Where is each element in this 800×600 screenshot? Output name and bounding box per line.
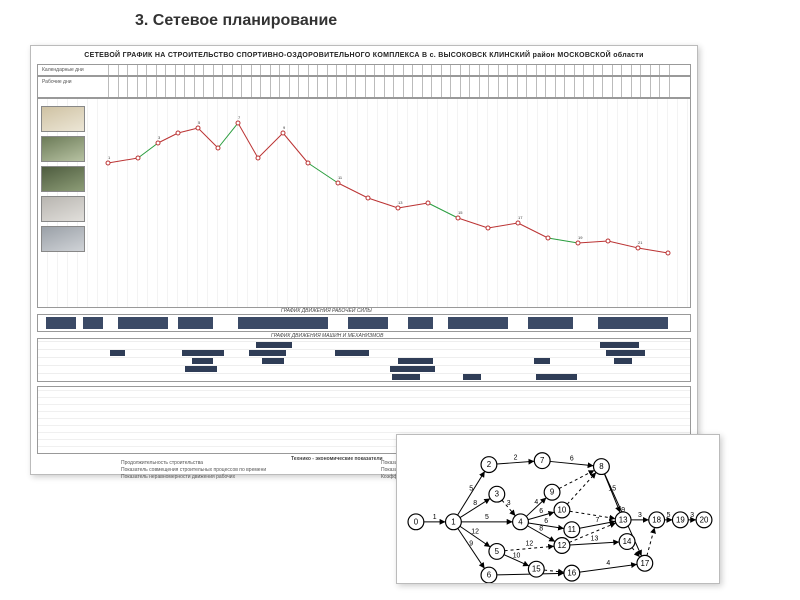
network-diagram-card: 15851292346681210367131594353 0123456789… — [396, 434, 720, 584]
svg-text:20: 20 — [700, 515, 709, 524]
page-title: 3. Сетевое планирование — [135, 12, 337, 30]
phase-thumb — [41, 106, 85, 132]
calendar-days-label: Календарные дни — [42, 67, 84, 73]
footer-notes-left: Продолжительность строительства Показате… — [121, 460, 266, 481]
svg-text:11: 11 — [338, 175, 343, 180]
svg-text:11: 11 — [568, 525, 576, 534]
gantt-chart-card: СЕТЕВОЙ ГРАФИК НА СТРОИТЕЛЬСТВО СПОРТИВН… — [30, 45, 698, 475]
svg-text:4: 4 — [518, 517, 523, 526]
svg-text:2: 2 — [514, 455, 518, 462]
svg-text:5: 5 — [485, 514, 489, 521]
svg-text:5: 5 — [198, 120, 201, 125]
svg-text:6: 6 — [487, 571, 492, 580]
svg-text:9: 9 — [469, 541, 473, 548]
svg-text:3: 3 — [690, 512, 694, 519]
svg-text:5: 5 — [495, 547, 500, 556]
note: Показатель совмещения строительных проце… — [121, 467, 266, 474]
svg-text:1: 1 — [108, 155, 111, 160]
work-days-label: Рабочие дни — [42, 79, 72, 85]
phase-thumbnails — [41, 106, 89, 256]
svg-text:13: 13 — [591, 536, 599, 543]
svg-text:3: 3 — [158, 135, 161, 140]
svg-text:7: 7 — [596, 517, 600, 524]
svg-text:19: 19 — [676, 515, 685, 524]
svg-text:1: 1 — [451, 517, 455, 526]
svg-text:14: 14 — [623, 537, 632, 546]
svg-text:4: 4 — [534, 499, 538, 506]
machines-movement-chart — [37, 338, 691, 382]
phase-thumb — [41, 196, 85, 222]
svg-text:15: 15 — [532, 565, 541, 574]
svg-text:9: 9 — [550, 488, 554, 497]
svg-text:12: 12 — [526, 541, 534, 548]
svg-text:0: 0 — [414, 517, 419, 526]
svg-text:13: 13 — [398, 200, 403, 205]
svg-text:8: 8 — [599, 462, 604, 471]
svg-text:21: 21 — [638, 240, 643, 245]
workdays-header-row: Рабочие дни — [37, 76, 691, 98]
svg-text:7: 7 — [238, 115, 241, 120]
note: Показатель неравномерности движения рабо… — [121, 474, 266, 481]
svg-text:6: 6 — [539, 508, 543, 515]
svg-text:6: 6 — [544, 518, 548, 525]
svg-text:4: 4 — [606, 560, 610, 567]
svg-text:7: 7 — [540, 456, 544, 465]
svg-text:12: 12 — [558, 541, 567, 550]
svg-text:5: 5 — [667, 512, 671, 519]
note: Продолжительность строительства — [121, 460, 266, 467]
critical-path-svg: 13579111315171921 — [108, 103, 688, 303]
svg-text:8: 8 — [539, 526, 543, 533]
svg-text:5: 5 — [469, 485, 473, 492]
svg-text:10: 10 — [513, 552, 521, 559]
svg-text:9: 9 — [283, 125, 286, 130]
svg-text:19: 19 — [578, 235, 583, 240]
svg-text:8: 8 — [473, 500, 477, 507]
svg-text:13: 13 — [619, 515, 628, 524]
svg-text:10: 10 — [558, 505, 567, 514]
svg-text:3: 3 — [507, 500, 511, 507]
phase-thumb — [41, 166, 85, 192]
network-graph-svg: 15851292346681210367131594353 0123456789… — [397, 435, 719, 583]
svg-text:18: 18 — [652, 515, 661, 524]
labor-movement-chart — [37, 314, 691, 332]
svg-text:3: 3 — [638, 512, 642, 519]
svg-text:6: 6 — [570, 456, 574, 463]
svg-text:2: 2 — [487, 460, 491, 469]
svg-text:12: 12 — [471, 529, 479, 536]
svg-text:17: 17 — [640, 559, 649, 568]
network-schedule-area: 13579111315171921 — [37, 98, 691, 308]
svg-text:16: 16 — [567, 569, 576, 578]
phase-thumb — [41, 226, 85, 252]
phase-thumb — [41, 136, 85, 162]
svg-text:15: 15 — [458, 210, 463, 215]
tep-title: Технико - экономические показатели — [291, 456, 383, 462]
calendar-header-row: Календарные дни — [37, 64, 691, 76]
svg-text:3: 3 — [495, 490, 500, 499]
svg-text:1: 1 — [433, 514, 437, 521]
gantt-title: СЕТЕВОЙ ГРАФИК НА СТРОИТЕЛЬСТВО СПОРТИВН… — [31, 52, 697, 59]
svg-text:17: 17 — [518, 215, 523, 220]
